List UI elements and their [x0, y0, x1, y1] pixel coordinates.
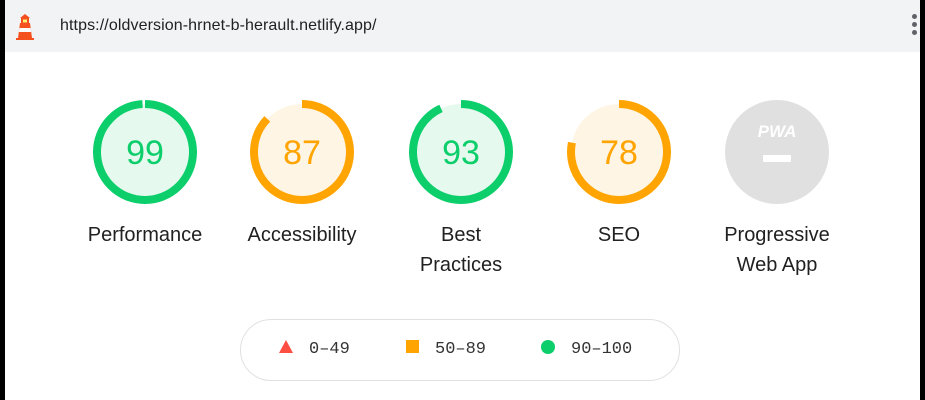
- legend-pass: 90–100: [541, 339, 632, 359]
- triangle-icon: [279, 340, 293, 354]
- report-frame: https://oldversion-hrnet-b-herault.netli…: [5, 0, 920, 400]
- gauge-performance-score: 99: [126, 134, 164, 172]
- score-legend: 0–49 50–89 90–100: [240, 319, 680, 381]
- pwa-badge-bg: [725, 100, 829, 204]
- gauge-best-practices-label: Best Practices: [419, 224, 503, 276]
- gauge-accessibility-ring: 87: [250, 100, 354, 204]
- legend-fail: 0–49: [279, 340, 350, 359]
- gauge-performance-ring: 99: [93, 100, 197, 204]
- lighthouse-icon: [16, 14, 34, 40]
- gauge-accessibility-score: 87: [283, 134, 321, 172]
- legend-average: 50–89: [406, 340, 486, 359]
- pwa-badge-dash: [763, 155, 791, 162]
- more-vertical-icon[interactable]: [910, 14, 918, 40]
- gauge-performance[interactable]: 99 Performance: [70, 100, 220, 250]
- gauge-best-practices-score: 93: [442, 134, 480, 172]
- gauge-best-practices-ring: 93: [409, 100, 513, 204]
- pwa-badge-icon: PWA: [725, 100, 829, 204]
- gauge-accessibility[interactable]: 87 Accessibility: [227, 100, 377, 250]
- gauge-seo-label: SEO: [597, 224, 641, 246]
- pwa-badge-text: PWA: [758, 122, 797, 141]
- circle-icon: [541, 339, 555, 354]
- gauge-seo[interactable]: 78 SEO: [544, 100, 694, 250]
- gauge-best-practices[interactable]: 93 Best Practices: [386, 100, 536, 280]
- report-topbar: https://oldversion-hrnet-b-herault.netli…: [5, 0, 920, 52]
- gauge-accessibility-label: Accessibility: [247, 224, 357, 246]
- gauge-seo-ring: 78: [567, 100, 671, 204]
- gauge-performance-label: Performance: [87, 224, 203, 246]
- gauge-pwa[interactable]: PWA Progressive Web App: [702, 100, 852, 280]
- gauge-seo-score: 78: [600, 134, 638, 172]
- report-url[interactable]: https://oldversion-hrnet-b-herault.netli…: [60, 17, 377, 35]
- square-icon: [406, 340, 419, 354]
- gauge-pwa-label: Progressive Web App: [724, 224, 830, 276]
